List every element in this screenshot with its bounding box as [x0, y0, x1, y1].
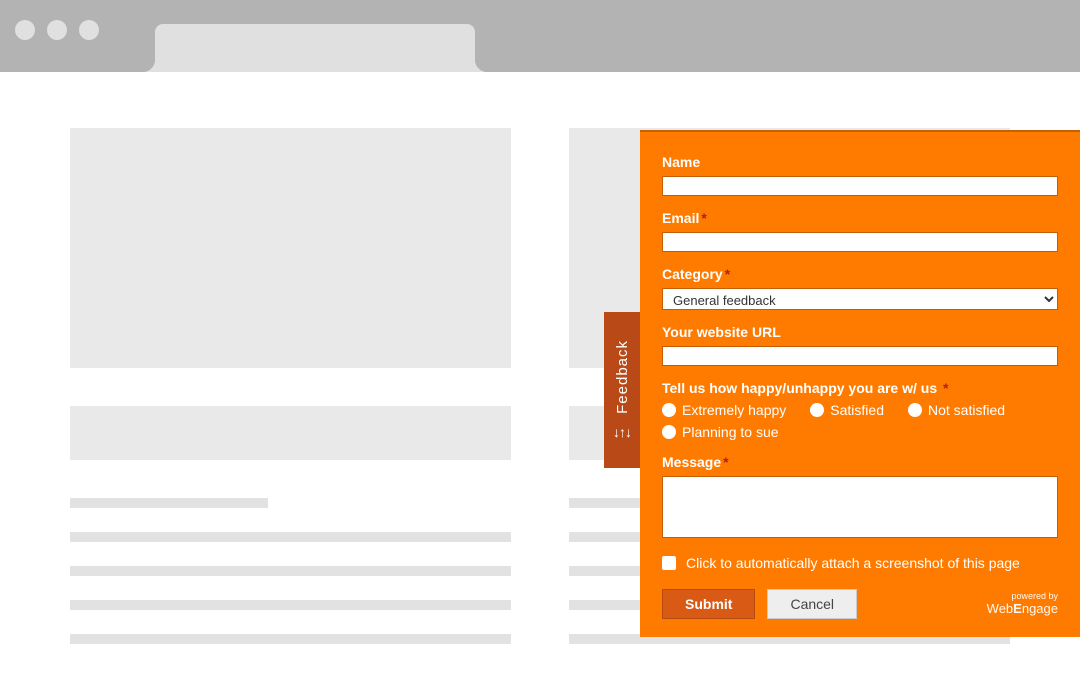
- field-happiness: Tell us how happy/unhappy you are w/ us …: [662, 380, 1058, 440]
- placeholder-block: [70, 406, 511, 460]
- radio-icon: [662, 403, 676, 417]
- url-label: Your website URL: [662, 324, 1058, 340]
- radio-planning-to-sue[interactable]: Planning to sue: [662, 424, 779, 440]
- radio-satisfied[interactable]: Satisfied: [810, 402, 884, 418]
- required-asterisk: *: [723, 454, 728, 470]
- feedback-tab[interactable]: Feedback ↓↑↓: [604, 312, 640, 468]
- url-input[interactable]: [662, 346, 1058, 366]
- wireframe-col-left: [70, 128, 511, 668]
- required-asterisk: *: [725, 266, 730, 282]
- feedback-tab-label: Feedback: [614, 340, 631, 414]
- message-label: Message*: [662, 454, 1058, 470]
- name-input[interactable]: [662, 176, 1058, 196]
- traffic-light-min[interactable]: [47, 20, 67, 40]
- field-message: Message*: [662, 454, 1058, 541]
- placeholder-block: [70, 128, 511, 368]
- traffic-light-close[interactable]: [15, 20, 35, 40]
- required-asterisk: *: [701, 210, 706, 226]
- powered-by: powered by WebEngage: [987, 592, 1058, 616]
- radio-not-satisfied[interactable]: Not satisfied: [908, 402, 1005, 418]
- screenshot-label: Click to automatically attach a screensh…: [686, 555, 1020, 571]
- field-email: Email*: [662, 210, 1058, 252]
- browser-chrome: [0, 0, 1080, 72]
- email-label: Email*: [662, 210, 1058, 226]
- checkbox-icon: [662, 556, 676, 570]
- category-label: Category*: [662, 266, 1058, 282]
- radio-extremely-happy[interactable]: Extremely happy: [662, 402, 786, 418]
- field-url: Your website URL: [662, 324, 1058, 366]
- email-input[interactable]: [662, 232, 1058, 252]
- panel-actions: Submit Cancel powered by WebEngage: [662, 589, 1058, 619]
- radio-icon: [662, 425, 676, 439]
- happiness-label: Tell us how happy/unhappy you are w/ us …: [662, 380, 1058, 396]
- traffic-light-max[interactable]: [79, 20, 99, 40]
- screenshot-checkbox-row[interactable]: Click to automatically attach a screensh…: [662, 555, 1058, 571]
- cancel-button[interactable]: Cancel: [767, 589, 857, 619]
- submit-button[interactable]: Submit: [662, 589, 755, 619]
- name-label: Name: [662, 154, 1058, 170]
- bidirectional-arrows-icon: ↓↑↓: [613, 424, 631, 440]
- placeholder-lines: [70, 498, 511, 668]
- field-category: Category* General feedback: [662, 266, 1058, 310]
- message-textarea[interactable]: [662, 476, 1058, 538]
- radio-icon: [908, 403, 922, 417]
- radio-icon: [810, 403, 824, 417]
- browser-tab[interactable]: [155, 24, 475, 72]
- feedback-panel: Name Email* Category* General feedback Y…: [640, 130, 1080, 637]
- traffic-lights: [15, 20, 99, 40]
- category-select[interactable]: General feedback: [662, 288, 1058, 310]
- required-asterisk: *: [943, 380, 948, 396]
- field-name: Name: [662, 154, 1058, 196]
